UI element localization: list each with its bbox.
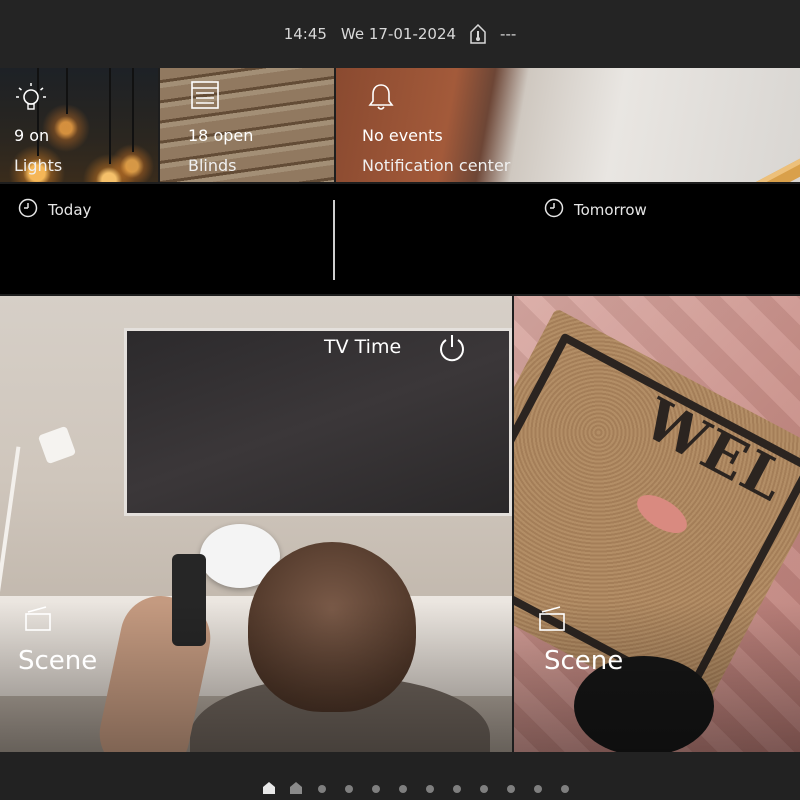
scene-card-tv-time[interactable]: TV Time Scene: [0, 296, 512, 752]
scene-label: Scene: [544, 646, 624, 676]
blinds-tile[interactable]: 18 open Blinds: [160, 68, 334, 182]
blinds-icon: [190, 80, 220, 114]
status-time: 14:45: [283, 25, 327, 43]
calendar-tomorrow[interactable]: Tomorrow: [544, 198, 647, 222]
lights-tile[interactable]: 9 on Lights: [0, 68, 158, 182]
lights-count: 9 on: [14, 126, 50, 145]
clock-icon: [18, 198, 38, 222]
calendar-divider: [333, 200, 335, 280]
page-dot[interactable]: [561, 785, 569, 793]
page-dot[interactable]: [345, 785, 353, 793]
scene-card-welcome[interactable]: WEL Scene: [514, 296, 800, 752]
status-date: We 17-01-2024: [340, 25, 457, 43]
lightbulb-icon: [14, 82, 48, 120]
notification-status: No events: [362, 126, 443, 145]
blinds-label: Blinds: [188, 156, 237, 175]
page-dot[interactable]: [318, 785, 326, 793]
scene-icon: [24, 606, 52, 636]
page-dot[interactable]: [534, 785, 542, 793]
page-indicator-icon[interactable]: [289, 781, 303, 795]
home-thermometer-icon[interactable]: [470, 23, 486, 44]
page-dot[interactable]: [426, 785, 434, 793]
calendar-tomorrow-label: Tomorrow: [574, 201, 647, 219]
blinds-count: 18 open: [188, 126, 254, 145]
power-icon[interactable]: [436, 332, 468, 368]
lights-label: Lights: [14, 156, 63, 175]
page-indicator: [0, 752, 800, 800]
clock-icon: [544, 198, 564, 222]
lamp-shade-image: [37, 425, 77, 465]
bell-icon: [366, 82, 396, 116]
status-extra: ---: [500, 25, 517, 43]
notification-center-tile[interactable]: No events Notification center: [336, 68, 800, 182]
calendar-panel[interactable]: Today Tomorrow: [0, 184, 800, 294]
home-page-indicator-icon[interactable]: [262, 781, 276, 795]
status-bar: 14:45 We 17-01-2024 ---: [0, 0, 800, 68]
lamp-image: [0, 446, 21, 596]
page-dot[interactable]: [372, 785, 380, 793]
calendar-today[interactable]: Today: [18, 198, 91, 222]
scene-label: Scene: [18, 646, 98, 676]
page-dot[interactable]: [453, 785, 461, 793]
scene-gradient: [0, 602, 512, 752]
scene-icon: [538, 606, 566, 636]
page-dot[interactable]: [399, 785, 407, 793]
page-dot[interactable]: [507, 785, 515, 793]
scene-title: TV Time: [324, 336, 402, 358]
pencil-image: [720, 149, 800, 182]
calendar-today-label: Today: [48, 201, 92, 219]
page-dot[interactable]: [480, 785, 488, 793]
notification-center-label: Notification center: [362, 156, 511, 175]
